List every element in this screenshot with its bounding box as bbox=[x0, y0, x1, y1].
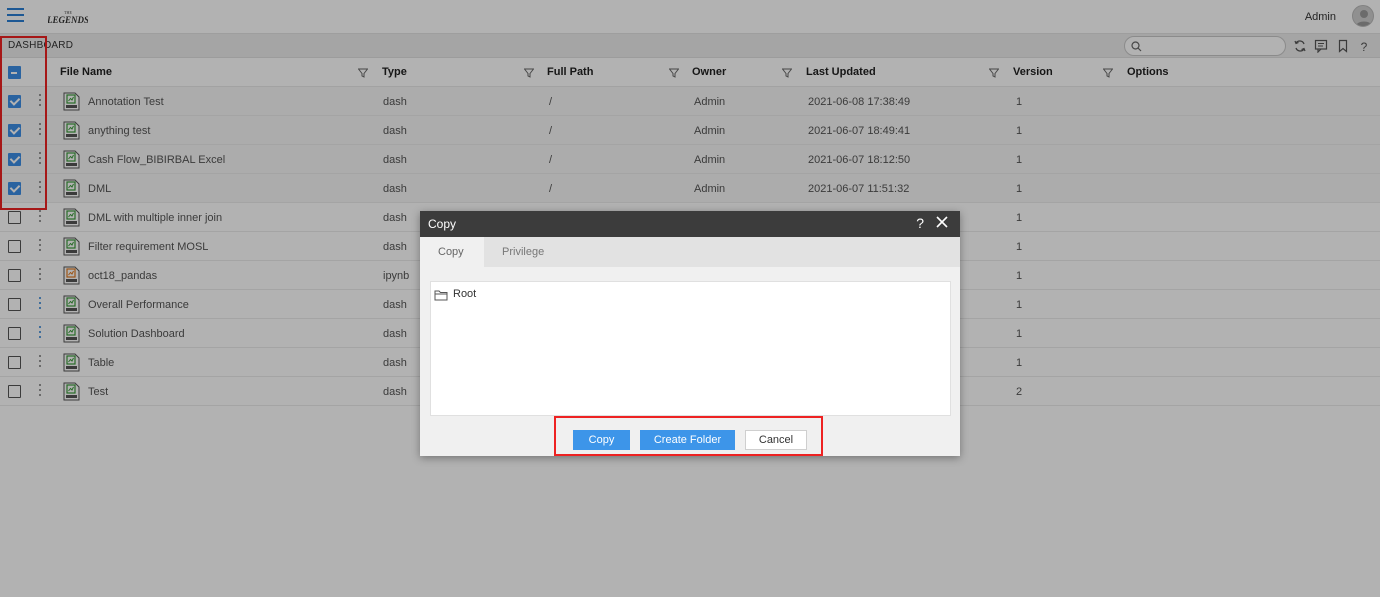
dialog-tabs: Copy Privilege bbox=[420, 237, 960, 267]
folder-icon bbox=[434, 290, 448, 301]
copy-button[interactable]: Copy bbox=[573, 430, 630, 450]
folder-tree: Root bbox=[430, 281, 951, 416]
tab-privilege[interactable]: Privilege bbox=[484, 237, 562, 267]
dialog-title: Copy bbox=[428, 217, 457, 231]
copy-dialog: Copy ? Copy Privilege Root Copy Create F… bbox=[420, 211, 960, 456]
tree-node-label: Root bbox=[453, 288, 477, 300]
tab-copy[interactable]: Copy bbox=[420, 237, 484, 267]
cancel-button[interactable]: Cancel bbox=[745, 430, 807, 450]
dialog-header: Copy ? bbox=[420, 211, 960, 237]
close-icon[interactable] bbox=[935, 215, 949, 229]
dialog-help-icon[interactable]: ? bbox=[916, 215, 924, 231]
create-folder-button[interactable]: Create Folder bbox=[640, 430, 735, 450]
